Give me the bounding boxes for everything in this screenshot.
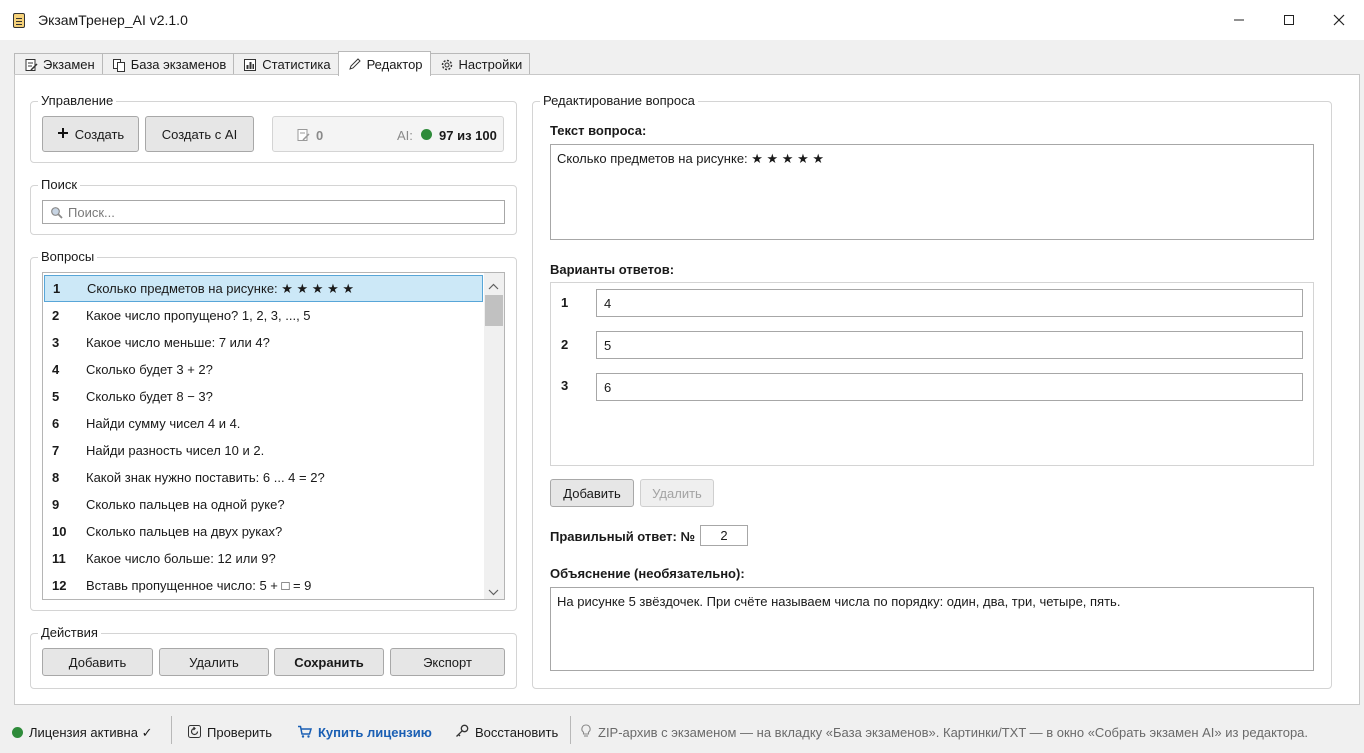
question-row[interactable]: 6 Найди сумму чисел 4 и 4. (44, 410, 483, 437)
license-status: Лицензия активна ✓ (12, 712, 152, 753)
search-icon (50, 206, 63, 219)
correct-answer-input[interactable]: 2 (700, 525, 748, 546)
group-label: Поиск (38, 177, 81, 192)
copy-docs-icon (112, 58, 126, 72)
answer-input[interactable]: 4 (596, 289, 1303, 317)
answer-number: 3 (561, 378, 569, 393)
refresh-icon (188, 724, 201, 741)
question-row[interactable]: 8 Какой знак нужно поставить: 6 ... 4 = 2… (44, 464, 483, 491)
question-row[interactable]: 4 Сколько будет 3 + 2? (44, 356, 483, 383)
question-row[interactable]: 9 Сколько пальцев на одной руке? (44, 491, 483, 518)
answer-input[interactable]: 5 (596, 331, 1303, 359)
create-with-ai-button[interactable]: Создать с AI (145, 116, 254, 152)
answer-number: 1 (561, 295, 569, 310)
check-license-button[interactable]: Проверить (188, 712, 272, 753)
delete-question-button[interactable]: Удалить (159, 648, 269, 676)
draft-count: 0 (316, 128, 324, 143)
question-row[interactable]: 5 Сколько будет 8 − 3? (44, 383, 483, 410)
status-separator (171, 716, 172, 744)
question-text-label: Текст вопроса: (550, 123, 647, 138)
question-row[interactable]: 7 Найди разность чисел 10 и 2. (44, 437, 483, 464)
maximize-icon (1284, 15, 1294, 25)
questions-scrollbar[interactable] (484, 273, 504, 599)
tab-statistics[interactable]: Статистика (233, 53, 339, 75)
group-label: Вопросы (38, 249, 98, 264)
status-hint: ZIP-архив с экзаменом — на вкладку «База… (580, 712, 1308, 753)
ai-quota: 97 из 100 (439, 128, 497, 143)
ai-prefix: AI: (397, 128, 413, 143)
delete-answer-button[interactable]: Удалить (640, 479, 714, 507)
restore-license-button[interactable]: Восстановить (455, 712, 558, 753)
counter-panel: 0 AI: 97 из 100 (272, 116, 504, 152)
bar-chart-icon (243, 58, 257, 72)
gear-icon (440, 58, 454, 72)
tab-bar: Экзамен База экзаменов Статистика Редакт… (14, 51, 531, 76)
tab-settings[interactable]: Настройки (429, 53, 531, 75)
license-status-dot (12, 727, 23, 738)
cart-icon (297, 725, 313, 741)
answers-label: Варианты ответов: (550, 262, 675, 277)
minimize-button[interactable] (1214, 0, 1264, 40)
explanation-label: Объяснение (необязательно): (550, 566, 745, 581)
question-row[interactable]: 12 Вставь пропущенное число: 5 + □ = 9 (44, 572, 483, 599)
answer-number: 2 (561, 337, 569, 352)
save-button[interactable]: Сохранить (274, 648, 384, 676)
export-button[interactable]: Экспорт (390, 648, 505, 676)
questions-list[interactable]: 1 Сколько предметов на рисунке: ★ ★ ★ ★ ★… (42, 272, 505, 600)
tab-label: Редактор (366, 56, 423, 72)
question-row[interactable]: 10 Сколько пальцев на двух руках? (44, 518, 483, 545)
explanation-text-area[interactable]: На рисунке 5 звёздочек. При счёте называ… (550, 587, 1314, 671)
scroll-thumb[interactable] (485, 295, 503, 326)
tab-label: Настройки (458, 57, 523, 72)
add-question-button[interactable]: Добавить (42, 648, 153, 676)
key-icon (455, 724, 469, 741)
close-button[interactable] (1314, 0, 1364, 40)
answer-input[interactable]: 6 (596, 373, 1303, 401)
pencil-icon (348, 57, 362, 71)
app-icon (12, 11, 26, 29)
tab-label: Экзамен (43, 57, 95, 72)
search-input[interactable]: Поиск... (42, 200, 505, 224)
question-row[interactable]: 1 Сколько предметов на рисунке: ★ ★ ★ ★ ★ (44, 275, 483, 302)
plus-icon (57, 127, 69, 142)
close-icon (1333, 14, 1345, 26)
group-label: Редактирование вопроса (540, 93, 698, 108)
scroll-down-icon[interactable] (488, 584, 499, 599)
question-text-area[interactable]: Сколько предметов на рисунке: ★ ★ ★ ★ ★ (550, 144, 1314, 240)
lightbulb-icon (580, 724, 592, 741)
tab-editor[interactable]: Редактор (337, 51, 431, 76)
ai-status-dot (421, 129, 432, 140)
search-placeholder: Поиск... (68, 204, 115, 220)
buy-license-link[interactable]: Купить лицензию (297, 712, 432, 753)
correct-answer-label: Правильный ответ: № (550, 529, 695, 544)
tab-label: Статистика (262, 57, 331, 72)
tab-label: База экзаменов (130, 57, 227, 72)
group-label: Управление (38, 93, 117, 108)
window-title: ЭкзамТренер_AI v2.1.0 (38, 12, 188, 28)
title-bar: ЭкзамТренер_AI v2.1.0 (0, 0, 1364, 40)
tab-exam-base[interactable]: База экзаменов (101, 53, 235, 75)
question-row[interactable]: 11 Какое число больше: 12 или 9? (44, 545, 483, 572)
scroll-up-icon[interactable] (488, 278, 499, 293)
edit-doc-icon (24, 58, 38, 72)
question-row[interactable]: 3 Какое число меньше: 7 или 4? (44, 329, 483, 356)
status-separator (570, 716, 571, 744)
group-label: Действия (38, 625, 101, 640)
create-button[interactable]: Создать (42, 116, 139, 152)
draft-doc-icon (296, 128, 310, 145)
minimize-icon (1234, 19, 1244, 21)
tab-exam[interactable]: Экзамен (14, 53, 103, 75)
add-answer-button[interactable]: Добавить (550, 479, 634, 507)
question-row[interactable]: 2 Какое число пропущено? 1, 2, 3, ..., 5 (44, 302, 483, 329)
maximize-button[interactable] (1264, 0, 1314, 40)
